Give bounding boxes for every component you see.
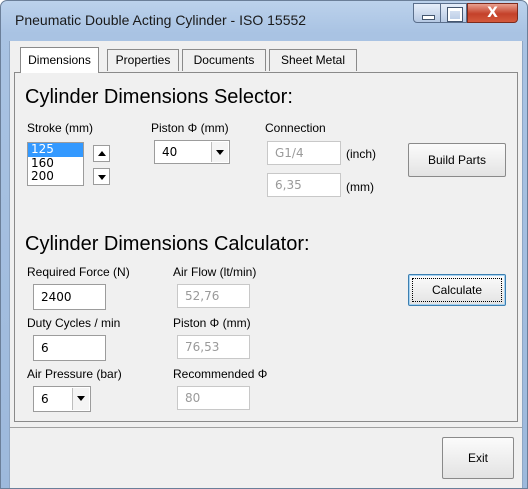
force-label: Required Force (N): [27, 265, 130, 279]
tab-sheet-metal[interactable]: Sheet Metal: [269, 49, 357, 71]
recommended-field: 80: [177, 386, 250, 410]
stroke-label: Stroke (mm): [27, 121, 93, 135]
piston-dropdown-button[interactable]: [211, 142, 228, 162]
minimize-button[interactable]: [413, 3, 441, 23]
stroke-option-200[interactable]: 200: [28, 169, 83, 184]
tab-documents[interactable]: Documents: [182, 49, 266, 71]
selector-piston-label: Piston Φ (mm): [151, 121, 229, 135]
application-window: Pneumatic Double Acting Cylinder - ISO 1…: [0, 0, 528, 489]
calculator-heading: Cylinder Dimensions Calculator:: [25, 233, 310, 255]
calc-piston-label: Piston Φ (mm): [173, 316, 251, 330]
build-parts-button[interactable]: Build Parts: [408, 143, 506, 177]
connection-mm-field: 6,35: [267, 173, 341, 197]
connection-label: Connection: [265, 121, 326, 135]
airflow-field: 52,76: [177, 284, 250, 308]
mm-unit-label: (mm): [346, 180, 374, 194]
title-bar[interactable]: Pneumatic Double Acting Cylinder - ISO 1…: [1, 1, 527, 41]
pressure-combobox-value: 6: [41, 392, 49, 406]
focus-ring: [412, 278, 502, 302]
maximize-button[interactable]: [440, 3, 467, 23]
recommended-label: Recommended Φ: [173, 367, 268, 381]
footer-divider: [10, 427, 522, 428]
pressure-combobox[interactable]: 6: [33, 386, 91, 412]
maximize-icon: [447, 7, 463, 22]
stroke-spin-down-button[interactable]: [93, 168, 110, 185]
calculate-button[interactable]: Calculate: [408, 274, 506, 306]
window-title: Pneumatic Double Acting Cylinder - ISO 1…: [15, 12, 307, 28]
arrow-up-icon: [98, 151, 106, 156]
piston-combobox-value: 40: [162, 145, 178, 159]
close-icon: X: [487, 5, 498, 21]
stroke-listbox[interactable]: 125 160 200: [27, 142, 84, 186]
stroke-spin-up-button[interactable]: [93, 145, 110, 162]
force-input[interactable]: 2400: [33, 284, 106, 310]
duty-label: Duty Cycles / min: [27, 316, 121, 330]
chevron-down-icon: [216, 150, 224, 155]
stroke-option-125[interactable]: 125: [28, 142, 83, 157]
calc-piston-field: 76,53: [177, 335, 250, 359]
piston-combobox[interactable]: 40: [154, 140, 230, 164]
pressure-label: Air Pressure (bar): [27, 367, 122, 381]
dimensions-panel: Cylinder Dimensions Selector: Stroke (mm…: [14, 72, 518, 422]
stroke-option-160[interactable]: 160: [28, 156, 83, 171]
connection-inch-field: G1/4: [267, 141, 341, 165]
airflow-label: Air Flow (lt/min): [173, 265, 257, 279]
chevron-down-icon: [77, 396, 85, 401]
tab-properties[interactable]: Properties: [107, 49, 179, 71]
arrow-down-icon: [98, 175, 106, 180]
form-client-area: Dimensions Properties Documents Sheet Me…: [9, 41, 523, 488]
exit-button[interactable]: Exit: [442, 437, 514, 479]
minimize-icon: [422, 15, 435, 20]
pressure-dropdown-button[interactable]: [72, 388, 89, 410]
duty-input[interactable]: 6: [33, 335, 106, 361]
tab-dimensions[interactable]: Dimensions: [20, 47, 99, 73]
selector-heading: Cylinder Dimensions Selector:: [25, 86, 293, 108]
inch-unit-label: (inch): [346, 147, 377, 161]
close-button[interactable]: X: [467, 3, 518, 23]
